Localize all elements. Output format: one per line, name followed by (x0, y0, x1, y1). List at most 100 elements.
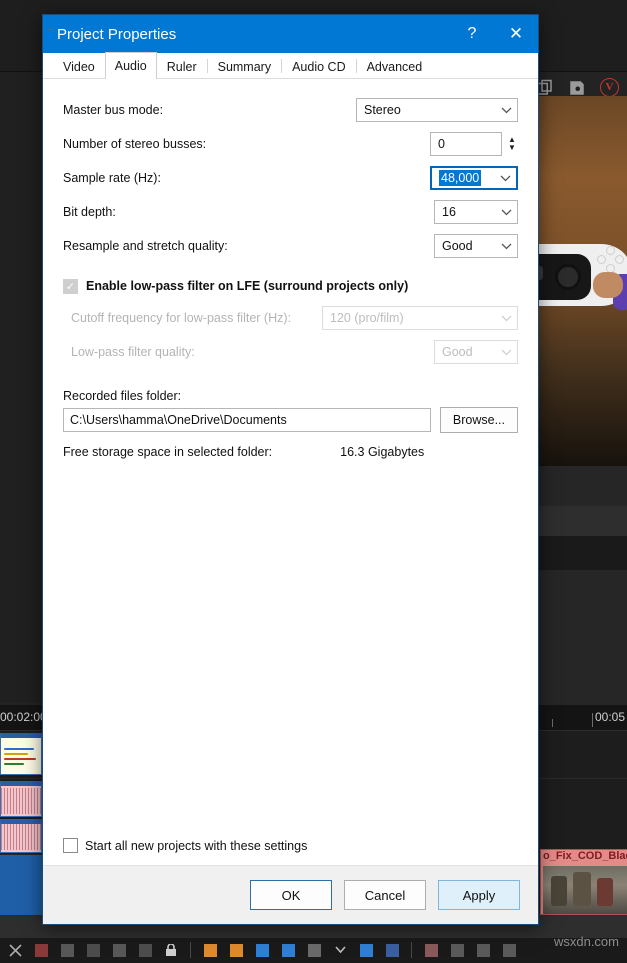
controller-stick (555, 264, 581, 290)
free-space-row: Free storage space in selected folder: 1… (63, 445, 518, 459)
bit-depth-select[interactable]: 16 (434, 200, 518, 224)
save-icon[interactable] (568, 79, 586, 97)
cancel-button[interactable]: Cancel (344, 880, 426, 910)
lfe-checkbox[interactable]: ✓ (63, 278, 78, 294)
project-properties-dialog: Project Properties ? ✕ Video Audio Ruler… (42, 14, 539, 925)
watermark: wsxdn.com (553, 934, 619, 949)
cutoff-frequency-value: 120 (pro/film) (330, 311, 404, 325)
row-lowpass-quality: Low-pass filter quality: Good (63, 335, 518, 369)
timeline-clip-audio-1[interactable] (0, 781, 42, 817)
envelope-gray-icon-1[interactable] (56, 940, 78, 960)
tab-summary[interactable]: Summary (208, 55, 281, 78)
stereo-busses-label: Number of stereo busses: (63, 137, 207, 151)
dialog-footer: OK Cancel Apply (43, 866, 538, 924)
orange-square-icon-2[interactable] (225, 940, 247, 960)
stereo-busses-value: 0 (438, 137, 445, 151)
ok-button[interactable]: OK (250, 880, 332, 910)
recorded-folder-label: Recorded files folder: (63, 389, 182, 403)
envelope-gray-icon-3[interactable] (108, 940, 130, 960)
controller-face-buttons (597, 246, 625, 274)
chevron-down-icon (495, 243, 517, 250)
bit-depth-value: 16 (442, 205, 456, 219)
lfe-checkbox-row[interactable]: ✓ Enable low-pass filter on LFE (surroun… (63, 271, 518, 301)
app-toolbar[interactable]: V (536, 78, 619, 97)
row-sample-rate: Sample rate (Hz): 48,000 (63, 161, 518, 195)
cutoff-frequency-select[interactable]: 120 (pro/film) (322, 306, 518, 330)
timeline-clip-blue[interactable] (0, 855, 42, 915)
dialog-title: Project Properties (57, 25, 177, 43)
taskbar-icon-row[interactable] (0, 937, 627, 963)
tab-audio-cd[interactable]: Audio CD (282, 55, 356, 78)
envelope-red-icon[interactable] (30, 940, 52, 960)
chevron-down-icon (494, 175, 516, 182)
master-bus-mode-label: Master bus mode: (63, 103, 164, 117)
blue-panel-icon[interactable] (355, 940, 377, 960)
row-cutoff-frequency: Cutoff frequency for low-pass filter (Hz… (63, 301, 518, 335)
row-stereo-busses: Number of stereo busses: 0 ▲ ▼ (63, 127, 518, 161)
master-bus-mode-value: Stereo (364, 103, 401, 117)
master-bus-mode-select[interactable]: Stereo (356, 98, 518, 122)
lfe-checkbox-label: Enable low-pass filter on LFE (surround … (86, 279, 409, 293)
start-all-new-row[interactable]: Start all new projects with these settin… (63, 838, 307, 853)
tab-audio[interactable]: Audio (104, 52, 157, 79)
chevron-down-icon[interactable] (329, 940, 351, 960)
close-button[interactable]: ✕ (494, 15, 538, 53)
tab-video[interactable]: Video (53, 55, 105, 78)
spin-down-icon[interactable]: ▼ (508, 144, 516, 152)
row-bit-depth: Bit depth: 16 (63, 195, 518, 229)
browse-button[interactable]: Browse... (439, 407, 518, 433)
dialog-body: Master bus mode: Stereo Number of stereo… (43, 79, 538, 866)
timeline-clip-game[interactable]: o_Fix_COD_Blac (540, 849, 627, 915)
hand-right (593, 272, 623, 298)
sample-rate-value: 48,000 (439, 170, 482, 186)
clip-title-text: o_Fix_COD_Blac (543, 850, 627, 862)
timeline-clip-title[interactable] (0, 733, 42, 775)
clip-thumbnail (543, 866, 627, 914)
stereo-busses-input[interactable]: 0 (430, 132, 502, 156)
recorded-folder-value: C:\Users\hamma\OneDrive\Documents (70, 413, 287, 427)
row-master-bus-mode: Master bus mode: Stereo (63, 93, 518, 127)
envelope-gray-icon-4[interactable] (134, 940, 156, 960)
network-icon[interactable] (381, 940, 403, 960)
resample-quality-select[interactable]: Good (434, 234, 518, 258)
orange-square-icon-1[interactable] (199, 940, 221, 960)
tab-ruler[interactable]: Ruler (157, 55, 207, 78)
panel-icon-3[interactable] (498, 940, 520, 960)
color-dots-icon[interactable] (420, 940, 442, 960)
recorded-folder-row: C:\Users\hamma\OneDrive\Documents Browse… (63, 407, 518, 433)
resample-quality-label: Resample and stretch quality: (63, 239, 228, 253)
panel-icon-1[interactable] (446, 940, 468, 960)
lowpass-quality-select[interactable]: Good (434, 340, 518, 364)
start-all-new-checkbox[interactable] (63, 838, 78, 853)
timeline-clip-audio-2[interactable] (0, 819, 42, 853)
panel-icon-2[interactable] (472, 940, 494, 960)
lock-icon[interactable] (160, 940, 182, 960)
bit-depth-label: Bit depth: (63, 205, 116, 219)
tab-advanced[interactable]: Advanced (357, 55, 433, 78)
row-resample-quality: Resample and stretch quality: Good (63, 229, 518, 263)
chevron-down-icon (495, 349, 517, 356)
help-button[interactable]: ? (450, 15, 494, 53)
free-space-label: Free storage space in selected folder: (63, 445, 273, 459)
sample-rate-select[interactable]: 48,000 (430, 166, 518, 190)
mail-icon[interactable] (277, 940, 299, 960)
start-all-new-label: Start all new projects with these settin… (85, 838, 308, 853)
window-blue-icon[interactable] (251, 940, 273, 960)
envelope-gray-icon-2[interactable] (82, 940, 104, 960)
recorded-folder-input[interactable]: C:\Users\hamma\OneDrive\Documents (63, 408, 431, 432)
vegas-logo-icon[interactable]: V (600, 78, 619, 97)
checkmark-icon: ✓ (65, 280, 76, 293)
chevron-down-icon (495, 107, 517, 114)
close-x-icon[interactable] (4, 940, 26, 960)
resample-quality-value: Good (442, 239, 473, 253)
stereo-busses-stepper[interactable]: ▲ ▼ (506, 132, 518, 156)
chevron-down-icon (495, 315, 517, 322)
cutoff-frequency-label: Cutoff frequency for low-pass filter (Hz… (71, 311, 291, 325)
tab-strip[interactable]: Video Audio Ruler Summary Audio CD Advan… (43, 52, 538, 79)
apply-button[interactable]: Apply (438, 880, 520, 910)
free-space-value: 16.3 Gigabytes (340, 445, 425, 459)
recorded-folder-section: Recorded files folder: C:\Users\hamma\On… (63, 389, 518, 433)
arrow-left-icon[interactable] (303, 940, 325, 960)
lowpass-quality-value: Good (442, 345, 473, 359)
timecode-left: 00:02:00 (0, 710, 47, 724)
